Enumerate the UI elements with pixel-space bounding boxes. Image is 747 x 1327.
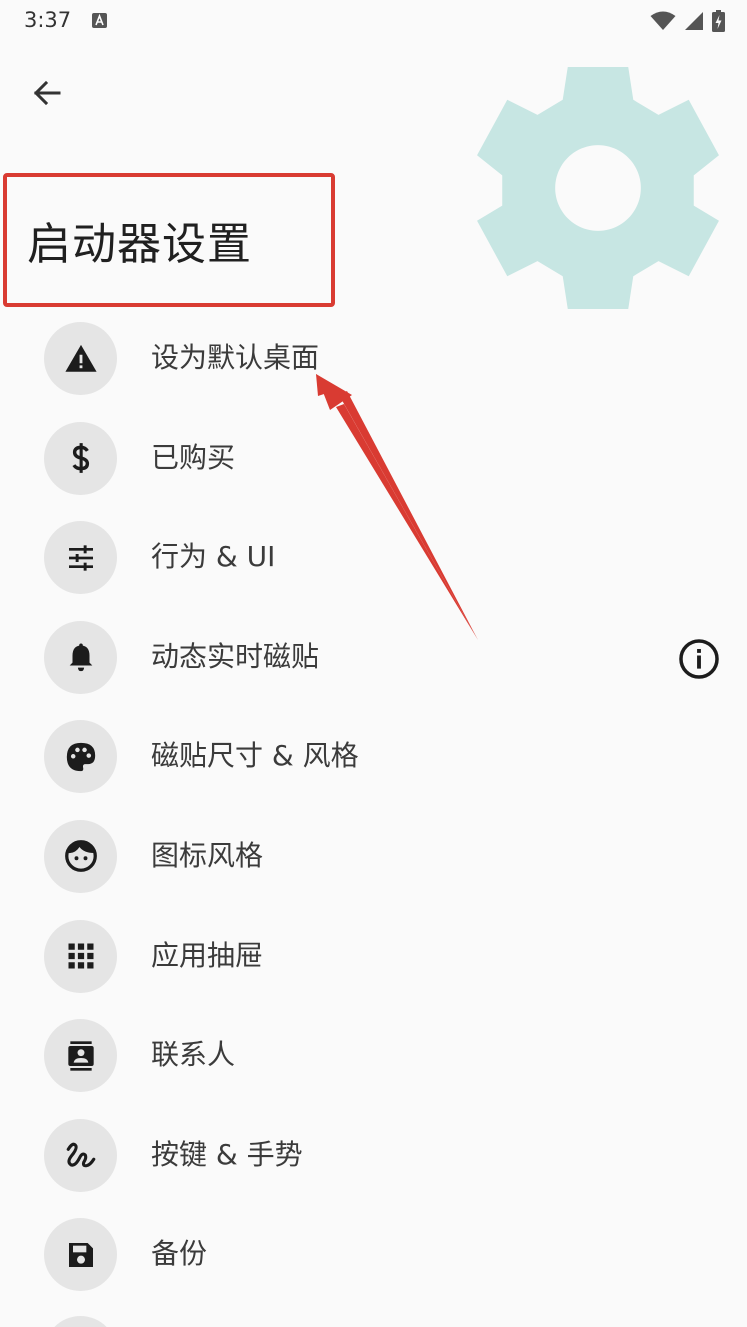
wifi-icon <box>650 11 676 30</box>
status-time: 3:37 <box>24 8 72 32</box>
item-icon-container <box>44 720 117 794</box>
settings-item-behavior-ui[interactable]: 行为 & UI <box>0 507 747 607</box>
status-bar: 3:37 <box>0 0 747 44</box>
signal-icon <box>685 12 703 30</box>
item-icon-container <box>44 1019 117 1093</box>
save-icon <box>68 1242 93 1267</box>
item-icon-container <box>44 322 117 395</box>
settings-list: 设为默认桌面 已购买 行为 & UI 动态实时磁贴 磁贴尺寸 & 风格 图标风格… <box>0 308 747 1304</box>
settings-item-backup[interactable]: 备份 <box>0 1204 747 1304</box>
gear-icon <box>477 67 719 309</box>
item-icon-container <box>44 521 117 595</box>
settings-item-label: 行为 & UI <box>151 540 276 574</box>
next-item-icon-container <box>44 1316 117 1327</box>
dollar-icon <box>71 443 89 473</box>
battery-charging-icon <box>712 10 725 32</box>
settings-item-live-tiles[interactable]: 动态实时磁贴 <box>0 607 747 707</box>
settings-item-label: 已购买 <box>151 440 236 474</box>
item-icon-container <box>44 919 117 993</box>
settings-item-set-default-launcher[interactable]: 设为默认桌面 <box>0 308 747 408</box>
settings-item-label: 图标风格 <box>151 838 264 872</box>
settings-item-purchased[interactable]: 已购买 <box>0 408 747 508</box>
arrow-back-icon <box>33 80 61 106</box>
item-icon-container <box>44 620 117 694</box>
tune-icon <box>68 545 93 571</box>
item-icon-container <box>44 421 117 495</box>
bell-icon <box>69 643 92 672</box>
gesture-icon <box>66 1142 95 1168</box>
settings-item-app-drawer[interactable]: 应用抽屉 <box>0 906 747 1006</box>
settings-item-label: 应用抽屉 <box>151 938 264 972</box>
back-button[interactable] <box>18 64 76 122</box>
settings-item-label: 联系人 <box>151 1038 236 1072</box>
settings-item-contacts[interactable]: 联系人 <box>0 1005 747 1105</box>
page-title: 启动器设置 <box>27 219 252 270</box>
contact-card-icon <box>67 1040 94 1071</box>
info-icon[interactable] <box>678 638 720 680</box>
item-icon-container <box>44 819 117 893</box>
settings-item-label: 动态实时磁贴 <box>151 639 320 673</box>
launcher-settings-screen: 3:37 启动器设置 设为默认桌面 已购买 行为 & UI 动态实时磁贴 磁贴尺… <box>0 0 747 1327</box>
apps-grid-icon <box>68 943 93 969</box>
settings-item-keys-gestures[interactable]: 按键 & 手势 <box>0 1105 747 1205</box>
a-icon <box>92 13 107 28</box>
item-icon-container <box>44 1218 117 1292</box>
face-icon <box>64 840 97 873</box>
status-icons <box>650 10 725 32</box>
palette-icon <box>66 742 95 772</box>
settings-item-label: 设为默认桌面 <box>151 341 320 374</box>
item-icon-container <box>44 1118 117 1192</box>
warning-icon <box>64 344 97 372</box>
settings-item-label: 备份 <box>151 1237 208 1271</box>
settings-item-label: 按键 & 手势 <box>151 1137 303 1171</box>
settings-item-icon-style[interactable]: 图标风格 <box>0 806 747 906</box>
settings-item-label: 磁贴尺寸 & 风格 <box>151 739 359 773</box>
settings-item-tile-size-style[interactable]: 磁贴尺寸 & 风格 <box>0 706 747 806</box>
